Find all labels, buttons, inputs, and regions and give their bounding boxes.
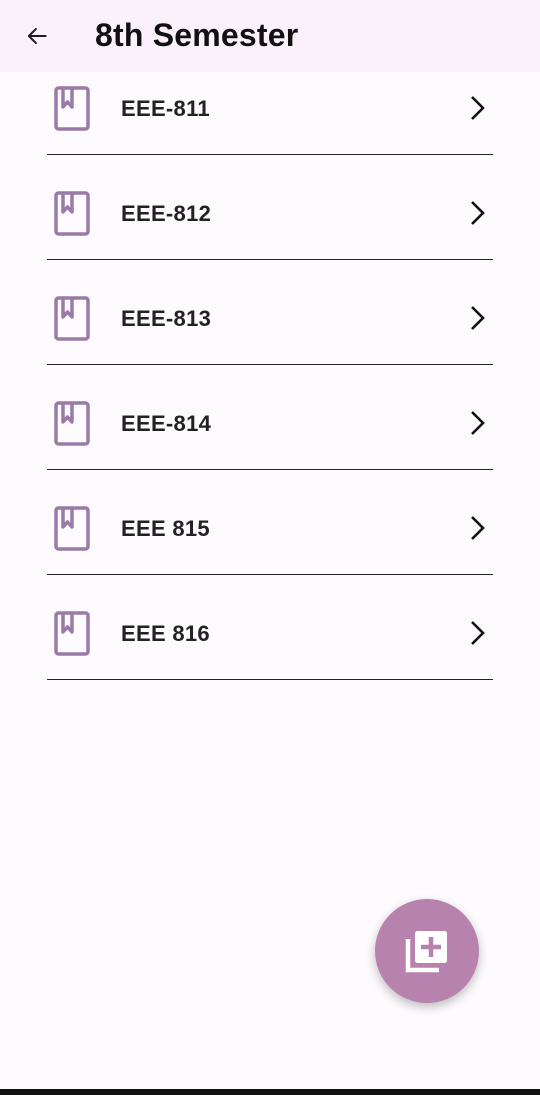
book-icon [54, 506, 90, 551]
add-course-button[interactable] [375, 899, 479, 1003]
course-label: EEE-811 [121, 96, 210, 121]
chevron-right-icon [471, 411, 485, 435]
chevron-right-icon [471, 621, 485, 645]
course-label: EEE 816 [121, 621, 210, 646]
system-nav-bar [0, 1089, 540, 1095]
library-add-icon [405, 931, 447, 973]
chevron-right-icon [471, 96, 485, 120]
course-label: EEE-813 [121, 306, 212, 331]
book-icon [54, 191, 90, 236]
book-icon [54, 611, 90, 656]
course-label: EEE 815 [121, 516, 210, 541]
arrow-back-icon [27, 27, 47, 45]
course-item[interactable]: EEE-813 [47, 260, 493, 365]
chevron-right-icon [471, 516, 485, 540]
course-list: EEE-811 EEE-812 EEE-813 EEE-814 EEE 815 … [47, 50, 493, 680]
book-icon [54, 86, 90, 131]
course-label: EEE-814 [121, 411, 212, 436]
course-item[interactable]: EEE-812 [47, 155, 493, 260]
chevron-right-icon [471, 306, 485, 330]
course-item[interactable]: EEE-811 [47, 50, 493, 155]
course-item[interactable]: EEE-814 [47, 365, 493, 470]
course-item[interactable]: EEE 815 [47, 470, 493, 575]
book-icon [54, 401, 90, 446]
course-item[interactable]: EEE 816 [47, 575, 493, 680]
chevron-right-icon [471, 201, 485, 225]
book-icon [54, 296, 90, 341]
course-label: EEE-812 [121, 201, 212, 226]
